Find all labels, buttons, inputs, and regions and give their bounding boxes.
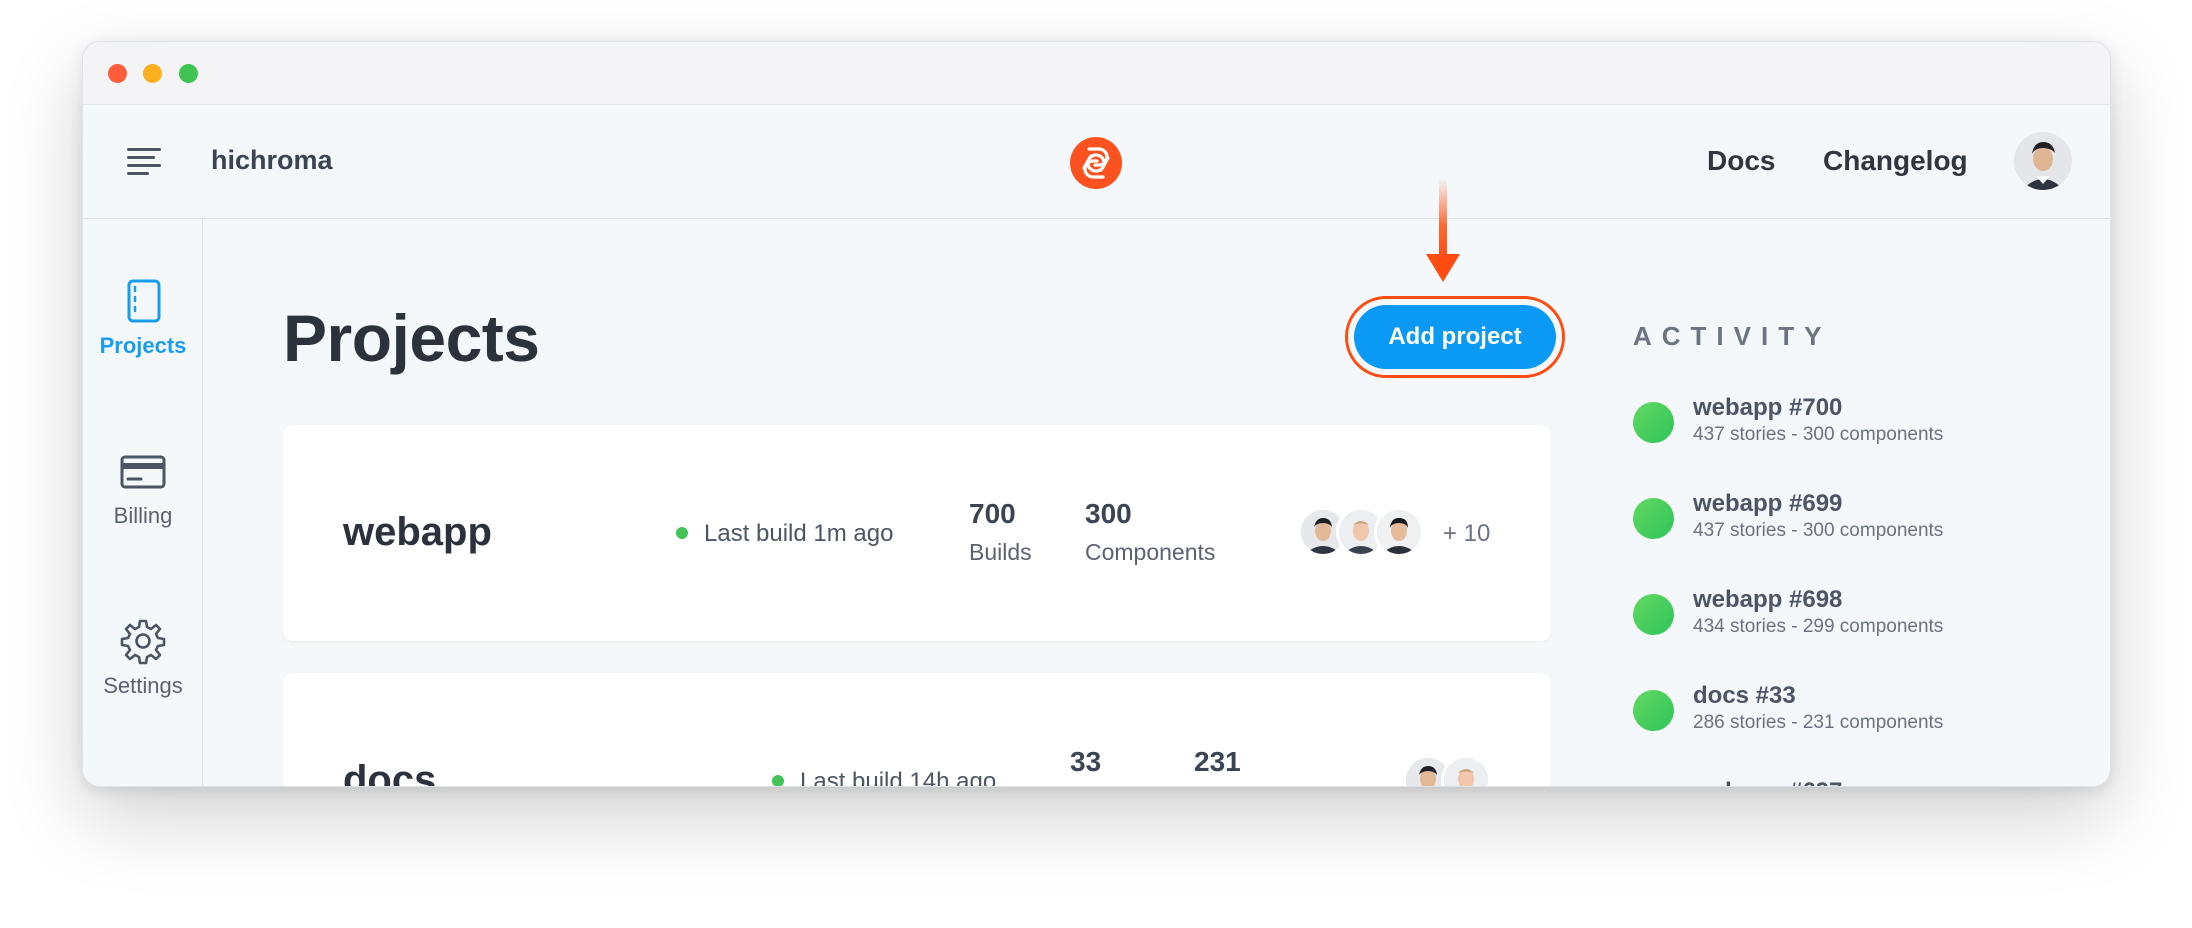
collaborator-avatars[interactable]: [1403, 755, 1493, 786]
activity-item[interactable]: webapp #699 437 stories - 300 components: [1633, 490, 2033, 550]
project-name: docs: [343, 758, 437, 786]
sidebar-item-label: Projects: [99, 333, 187, 358]
user-avatar[interactable]: [2014, 132, 2072, 190]
minimize-window-button[interactable]: [143, 64, 162, 83]
avatar-photo: [2014, 132, 2072, 190]
components-count: 300: [1085, 498, 1132, 529]
build-status: Last build 1m ago: [676, 520, 893, 548]
activity-build-detail: 434 stories - 299 components: [1693, 616, 1944, 637]
activity-build-name: webapp #698: [1693, 586, 1843, 613]
sidebar-item-settings[interactable]: Settings: [83, 617, 203, 699]
build-status-text: Last build 1m ago: [704, 520, 894, 547]
activity-item[interactable]: webapp #698 434 stories - 299 components: [1633, 586, 2033, 646]
activity-build-name: webapp #697: [1693, 778, 1842, 786]
avatar: [1374, 507, 1424, 557]
sidebar-item-projects[interactable]: Projects: [83, 277, 203, 359]
collaborator-avatars[interactable]: [1298, 507, 1428, 557]
components-label: Components: [1085, 539, 1216, 565]
activity-build-detail: 286 stories - 231 components: [1693, 712, 1944, 733]
activity-heading: ACTIVITY: [1633, 321, 1832, 351]
sidebar: Projects Billing Settings: [83, 219, 203, 786]
brand-name: hichroma: [211, 145, 333, 175]
activity-build-name: docs #33: [1693, 682, 1796, 709]
activity-build-name: webapp #699: [1693, 490, 1843, 517]
menu-icon[interactable]: [127, 147, 161, 175]
sidebar-item-label: Settings: [103, 673, 183, 698]
project-name: webapp: [343, 510, 492, 554]
more-collaborators-count[interactable]: + 10: [1443, 520, 1490, 548]
project-card-webapp[interactable]: webapp Last build 1m ago 700 Builds 300 …: [283, 425, 1551, 641]
activity-build-detail: 437 stories - 300 components: [1693, 520, 1944, 541]
activity-item[interactable]: docs #33 286 stories - 231 components: [1633, 682, 2033, 742]
components-count: 231: [1194, 746, 1241, 777]
app-window: hichroma Docs Changelog Projects Billing…: [82, 41, 2111, 787]
build-status-dot: [1633, 498, 1674, 539]
build-status-dot: [1633, 594, 1674, 635]
top-header: hichroma Docs Changelog: [83, 105, 2110, 219]
activity-build-detail: 437 stories - 300 components: [1693, 424, 1944, 445]
builds-count: 33: [1070, 746, 1102, 777]
build-status-text: Last build 14h ago: [800, 768, 997, 786]
nav-docs-link[interactable]: Docs: [1707, 145, 1775, 177]
activity-item[interactable]: webapp #697: [1633, 778, 2033, 786]
maximize-window-button[interactable]: [179, 64, 198, 83]
activity-item[interactable]: webapp #700 437 stories - 300 components: [1633, 394, 2033, 454]
sidebar-item-label: Billing: [113, 503, 173, 528]
build-status-dot: [1633, 402, 1674, 443]
page-title: Projects: [283, 301, 540, 375]
status-dot: [772, 774, 784, 786]
pointer-arrow-icon: [1426, 178, 1460, 282]
project-card-docs[interactable]: docs Last build 14h ago 33 231: [283, 673, 1551, 786]
build-status: Last build 14h ago: [772, 768, 996, 786]
chromatic-logo-icon[interactable]: [1070, 137, 1122, 189]
book-icon: [127, 279, 161, 323]
status-dot: [676, 526, 688, 539]
builds-label: Builds: [969, 539, 1032, 565]
nav-changelog-link[interactable]: Changelog: [1823, 145, 1968, 177]
close-window-button[interactable]: [108, 64, 127, 83]
title-bar: [83, 42, 2110, 105]
add-project-button[interactable]: Add project: [1354, 305, 1556, 369]
credit-card-icon: [120, 455, 166, 489]
build-status-dot: [1633, 690, 1674, 731]
activity-build-name: webapp #700: [1693, 394, 1843, 421]
sidebar-item-billing[interactable]: Billing: [83, 447, 203, 529]
builds-count: 700: [969, 498, 1016, 529]
avatar: [1441, 755, 1491, 786]
gear-icon: [120, 619, 166, 665]
